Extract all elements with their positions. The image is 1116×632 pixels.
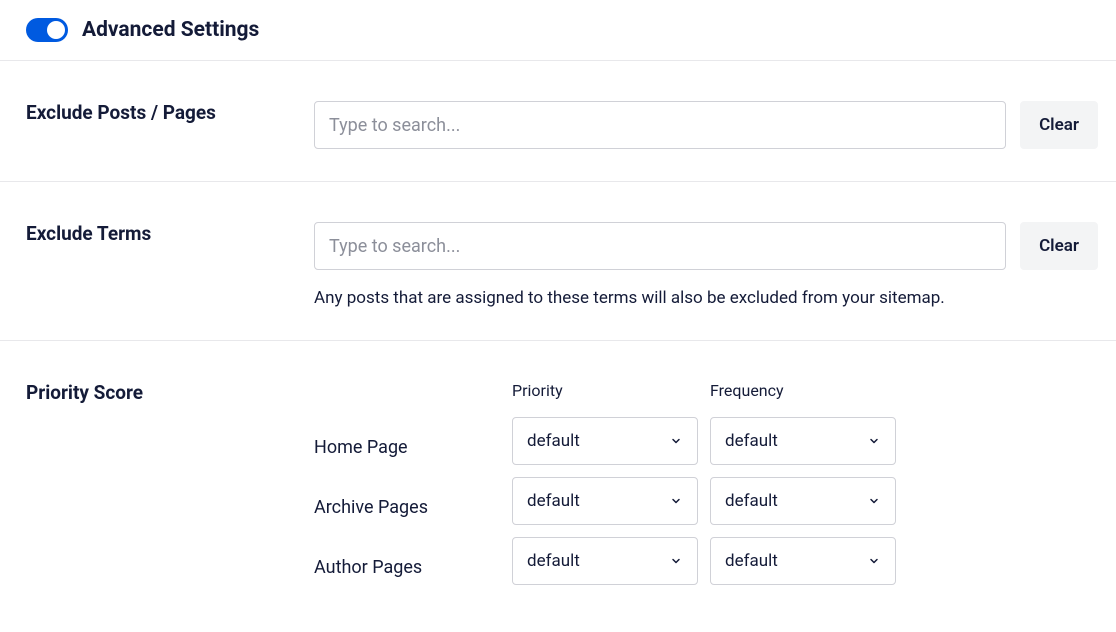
advanced-settings-title: Advanced Settings <box>82 18 259 42</box>
priority-score-label: Priority Score <box>26 381 294 597</box>
priority-select-author-value: default <box>527 551 580 571</box>
exclude-posts-clear-button[interactable]: Clear <box>1020 101 1098 149</box>
frequency-select-author[interactable]: default <box>710 537 896 585</box>
chevron-down-icon <box>669 494 683 508</box>
exclude-posts-content: Clear <box>314 101 1098 149</box>
frequency-select-home-value: default <box>725 431 778 451</box>
advanced-settings-header: Advanced Settings <box>0 0 1116 61</box>
frequency-select-archive[interactable]: default <box>710 477 896 525</box>
priority-select-home[interactable]: default <box>512 417 698 465</box>
exclude-terms-helper: Any posts that are assigned to these ter… <box>314 288 1098 308</box>
chevron-down-icon <box>867 494 881 508</box>
frequency-select-home[interactable]: default <box>710 417 896 465</box>
exclude-terms-content: Clear Any posts that are assigned to the… <box>314 222 1098 308</box>
exclude-terms-search-input[interactable] <box>314 222 1006 270</box>
section-priority-score: Priority Score Home Page Archive Pages A… <box>0 341 1116 597</box>
priority-select-archive-value: default <box>527 491 580 511</box>
exclude-terms-clear-button[interactable]: Clear <box>1020 222 1098 270</box>
chevron-down-icon <box>867 434 881 448</box>
chevron-down-icon <box>669 434 683 448</box>
section-exclude-terms: Exclude Terms Clear Any posts that are a… <box>0 182 1116 341</box>
exclude-posts-search-input[interactable] <box>314 101 1006 149</box>
advanced-settings-toggle[interactable] <box>26 18 68 42</box>
priority-select-archive[interactable]: default <box>512 477 698 525</box>
frequency-column-header: Frequency <box>710 381 896 407</box>
priority-select-home-value: default <box>527 431 580 451</box>
priority-row-author: Author Pages <box>314 537 512 597</box>
chevron-down-icon <box>867 554 881 568</box>
exclude-posts-label: Exclude Posts / Pages <box>26 101 294 149</box>
frequency-select-archive-value: default <box>725 491 778 511</box>
frequency-column: Frequency default default default <box>710 381 896 597</box>
priority-row-home: Home Page <box>314 417 512 477</box>
exclude-terms-label: Exclude Terms <box>26 222 294 308</box>
priority-score-content: Home Page Archive Pages Author Pages Pri… <box>314 381 1098 597</box>
section-exclude-posts: Exclude Posts / Pages Clear <box>0 61 1116 182</box>
priority-row-labels: Home Page Archive Pages Author Pages <box>314 381 512 597</box>
chevron-down-icon <box>669 554 683 568</box>
frequency-select-author-value: default <box>725 551 778 571</box>
priority-row-archive: Archive Pages <box>314 477 512 537</box>
priority-column: Priority default default default <box>512 381 698 597</box>
priority-select-author[interactable]: default <box>512 537 698 585</box>
priority-column-header: Priority <box>512 381 698 407</box>
